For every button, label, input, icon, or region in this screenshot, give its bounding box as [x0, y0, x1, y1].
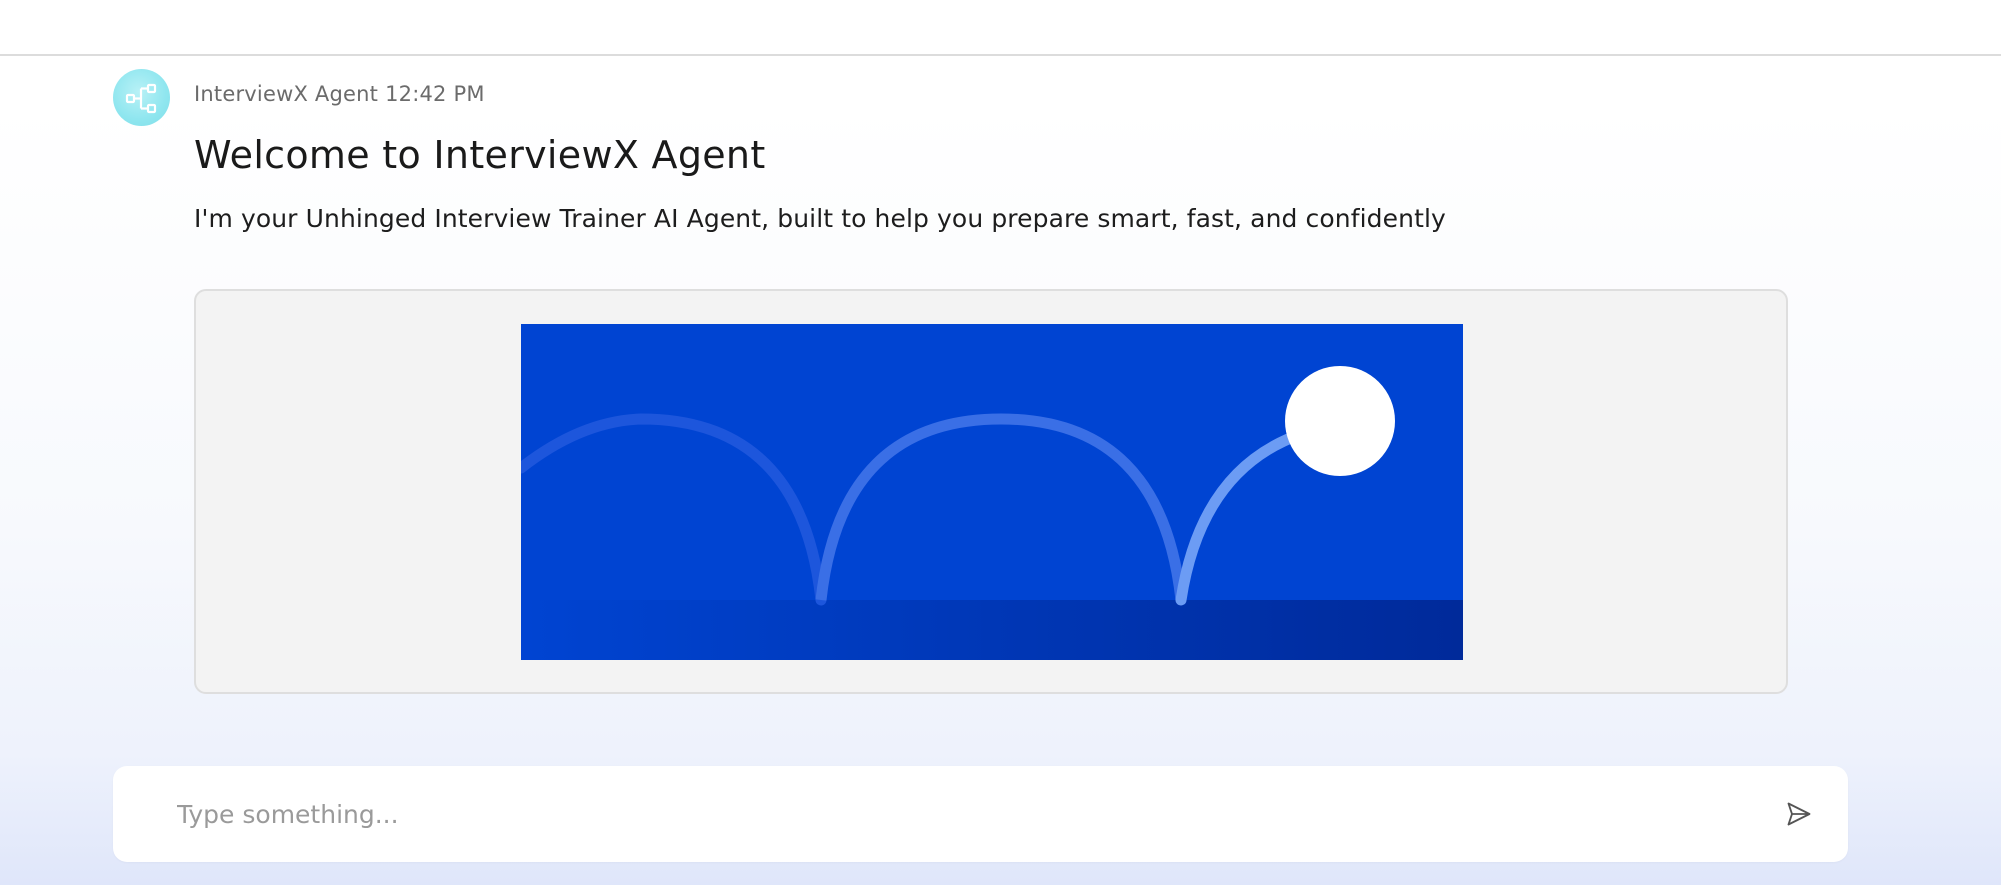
sender-name: InterviewX Agent — [194, 82, 379, 106]
agent-avatar — [113, 69, 170, 126]
send-icon — [1787, 802, 1811, 826]
flow-diagram-icon — [125, 83, 156, 113]
message-input[interactable] — [177, 788, 1737, 840]
bouncing-ball-illustration — [521, 324, 1463, 660]
media-card — [194, 289, 1788, 694]
message-composer — [113, 766, 1848, 862]
welcome-title: Welcome to InterviewX Agent — [194, 133, 766, 177]
send-button[interactable] — [1780, 795, 1818, 833]
banner-image — [521, 324, 1463, 660]
message-meta: InterviewX Agent 12:42 PM — [194, 82, 485, 106]
top-bar — [0, 0, 2001, 56]
message-time: 12:42 PM — [385, 82, 485, 106]
welcome-description: I'm your Unhinged Interview Trainer AI A… — [194, 204, 1446, 233]
